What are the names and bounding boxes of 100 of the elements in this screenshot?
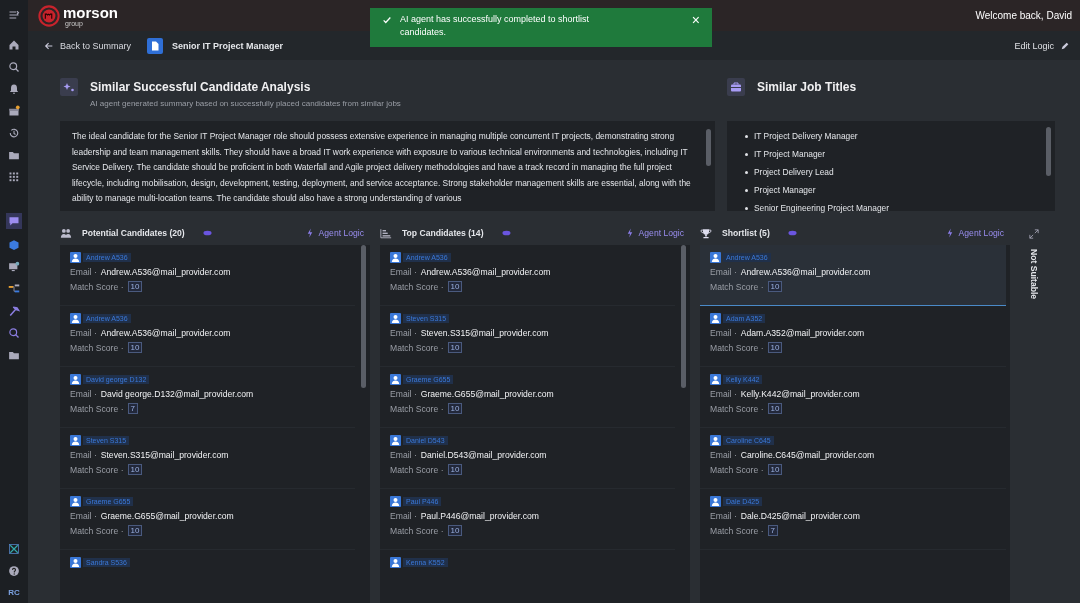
section-subtitle: AI agent generated summary based on successfully placed candidates from similar jobs xyxy=(90,99,401,108)
agent-logic-link[interactable]: Agent Logic xyxy=(946,228,1004,238)
pencil-icon xyxy=(1060,40,1070,51)
job-title-item: Project Delivery Lead xyxy=(754,166,834,179)
hierarchy-icon[interactable] xyxy=(8,283,20,295)
person-icon xyxy=(70,496,81,507)
email-label: Email · xyxy=(390,511,417,521)
lightning-icon xyxy=(626,228,633,238)
email-label: Email · xyxy=(390,328,417,338)
email-value: Graeme.G655@mail_provider.com xyxy=(100,511,234,521)
expand-icon[interactable] xyxy=(1029,229,1039,239)
not-suitable-label[interactable]: Not Suitable xyxy=(1029,249,1039,300)
user-initials[interactable]: RC xyxy=(8,588,20,597)
column-title: Shortlist (5) xyxy=(722,228,770,238)
match-score-label: Match Score · xyxy=(390,281,444,292)
match-score-badge: 7 xyxy=(127,403,138,414)
email-label: Email · xyxy=(710,511,737,521)
job-title-item: Senior Engineering Project Manager xyxy=(754,202,889,215)
match-score-badge: 10 xyxy=(767,281,783,292)
person-icon xyxy=(710,496,721,507)
cube-icon[interactable] xyxy=(8,239,20,251)
network-icon[interactable] xyxy=(8,543,20,555)
indicator-icon[interactable] xyxy=(501,230,511,236)
column-title: Top Candidates (14) xyxy=(402,228,484,238)
email-value: Daniel.D543@mail_provider.com xyxy=(420,450,547,460)
column-title: Potential Candidates (20) xyxy=(82,228,185,238)
person-icon xyxy=(710,374,721,385)
match-score-label: Match Score · xyxy=(70,525,124,536)
back-arrow-icon xyxy=(44,40,54,51)
email-label: Email · xyxy=(390,450,417,460)
search-icon[interactable] xyxy=(8,327,20,339)
person-icon xyxy=(390,435,401,446)
match-score-label: Match Score · xyxy=(390,525,444,536)
person-icon xyxy=(710,435,721,446)
summary-text: The ideal candidate for the Senior IT Project Manager role should possess extensive experience in managing multiple concurrent IT projects, demonstrating strong leadership and team management skills. They should have a broad IT work experience with exposure to various technical environments and technologies, including IT Service Delivery. The candidate should be proficient in both Waterfall and Agile project delivery methodologies and have a track record in managing the full project lifecycle, including mobilisation, design, development, testing, deployment, and service acceptance. Strong stakeholder management skills are essential, along with the ability to manage multi-location teams. The candidate should also have a strong understanding of various xyxy=(72,130,692,205)
person-icon xyxy=(390,557,401,568)
match-score-label: Match Score · xyxy=(710,342,764,353)
match-score-badge: 10 xyxy=(767,342,783,353)
lightning-icon xyxy=(306,228,313,238)
email-value: Adam.A352@mail_provider.com xyxy=(740,328,865,338)
person-icon xyxy=(70,435,81,446)
gift-icon[interactable] xyxy=(8,105,20,117)
match-score-label: Match Score · xyxy=(70,403,124,414)
email-label: Email · xyxy=(70,389,97,399)
hammer-icon[interactable] xyxy=(8,305,20,317)
agent-logic-link[interactable]: Agent Logic xyxy=(306,228,364,238)
match-score-badge: 10 xyxy=(127,525,143,536)
email-label: Email · xyxy=(390,389,417,399)
match-score-label: Match Score · xyxy=(390,403,444,414)
home-icon[interactable] xyxy=(8,39,20,51)
indicator-icon[interactable] xyxy=(787,230,797,236)
match-score-badge: 10 xyxy=(447,342,463,353)
history-icon[interactable] xyxy=(8,127,20,139)
folder-icon[interactable] xyxy=(8,149,20,161)
menu-icon[interactable] xyxy=(8,9,20,21)
search-icon[interactable] xyxy=(8,61,20,73)
monitor-icon[interactable] xyxy=(8,261,20,273)
person-icon xyxy=(70,374,81,385)
help-icon[interactable] xyxy=(8,565,20,577)
email-label: Email · xyxy=(710,389,737,399)
email-value: Kelly.K442@mail_provider.com xyxy=(740,389,860,399)
email-value: Steven.S315@mail_provider.com xyxy=(100,450,229,460)
email-value: Steven.S315@mail_provider.com xyxy=(420,328,549,338)
edit-logic-link[interactable]: Edit Logic xyxy=(1014,40,1070,51)
match-score-badge: 10 xyxy=(127,281,143,292)
email-label: Email · xyxy=(390,267,417,277)
match-score-badge: 7 xyxy=(767,525,778,536)
match-score-label: Match Score · xyxy=(710,525,764,536)
logo-icon xyxy=(38,4,60,27)
person-icon xyxy=(390,313,401,324)
match-score-label: Match Score · xyxy=(710,403,764,414)
email-value: Andrew.A536@mail_provider.com xyxy=(100,267,231,277)
section-title: Similar Successful Candidate Analysis xyxy=(90,79,312,96)
agent-logic-link[interactable]: Agent Logic xyxy=(626,228,684,238)
email-value: Andrew.A536@mail_provider.com xyxy=(740,267,871,277)
job-title-item: Project Manager xyxy=(754,184,816,197)
people-icon xyxy=(60,227,72,239)
toast-message: AI agent has successfully completed to shortlist candidates. xyxy=(400,13,591,39)
email-value: Caroline.C645@mail_provider.com xyxy=(740,450,875,460)
sparkle-icon xyxy=(60,78,78,96)
grid-icon[interactable] xyxy=(8,171,20,183)
match-score-label: Match Score · xyxy=(710,281,764,292)
lightning-icon xyxy=(946,228,953,238)
email-label: Email · xyxy=(70,328,97,338)
back-link[interactable]: Back to Summary xyxy=(44,40,132,51)
close-button[interactable]: × xyxy=(691,13,700,27)
welcome-text: Welcome back, David xyxy=(975,10,1072,21)
briefcase-icon xyxy=(727,78,745,96)
bell-icon[interactable] xyxy=(8,83,20,95)
indicator-icon[interactable] xyxy=(202,230,212,236)
match-score-badge: 10 xyxy=(447,464,463,475)
chat-icon[interactable] xyxy=(6,213,22,229)
section-title: Similar Job Titles xyxy=(757,79,857,96)
match-score-badge: 10 xyxy=(127,464,143,475)
person-icon xyxy=(70,252,81,263)
email-label: Email · xyxy=(710,450,737,460)
match-score-badge: 10 xyxy=(767,403,783,414)
email-value: Dale.D425@mail_provider.com xyxy=(740,511,860,521)
folder-icon[interactable] xyxy=(8,349,20,361)
match-score-badge: 10 xyxy=(767,464,783,475)
